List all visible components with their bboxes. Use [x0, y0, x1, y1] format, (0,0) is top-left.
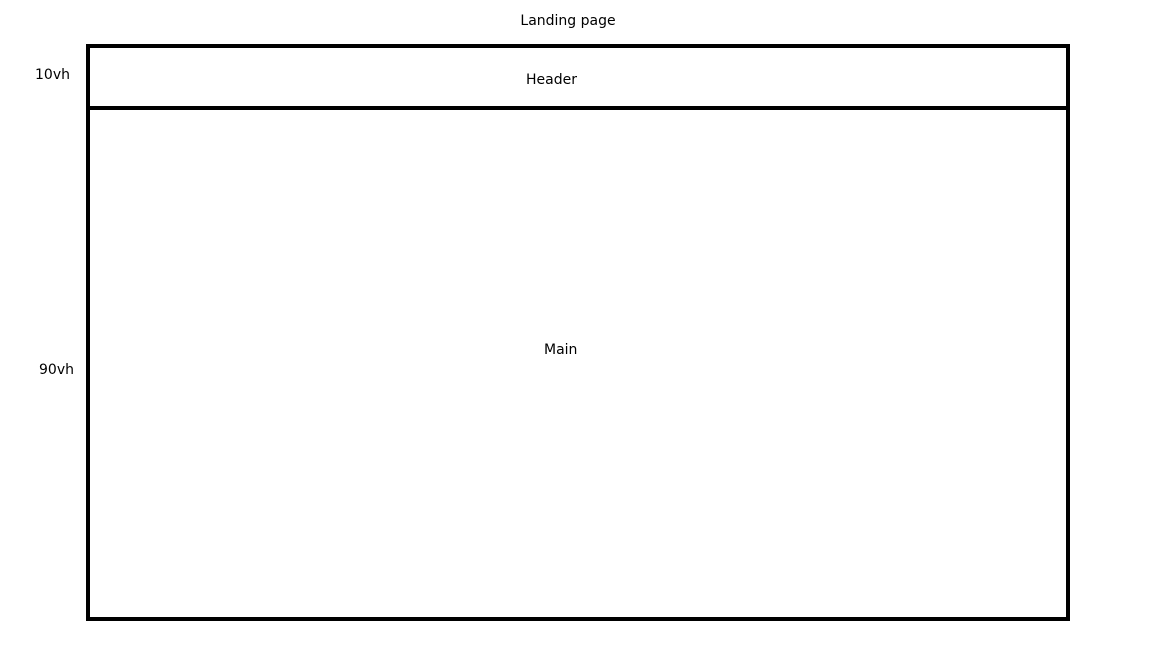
main-section: Main	[90, 110, 1066, 617]
header-height-label: 10vh	[35, 67, 70, 83]
main-height-label: 90vh	[39, 362, 74, 378]
page-title: Landing page	[520, 13, 616, 29]
main-section-label: Main	[544, 342, 578, 358]
header-section: Header	[90, 48, 1066, 110]
header-section-label: Header	[526, 72, 577, 88]
page-frame: Header Main	[86, 44, 1070, 621]
